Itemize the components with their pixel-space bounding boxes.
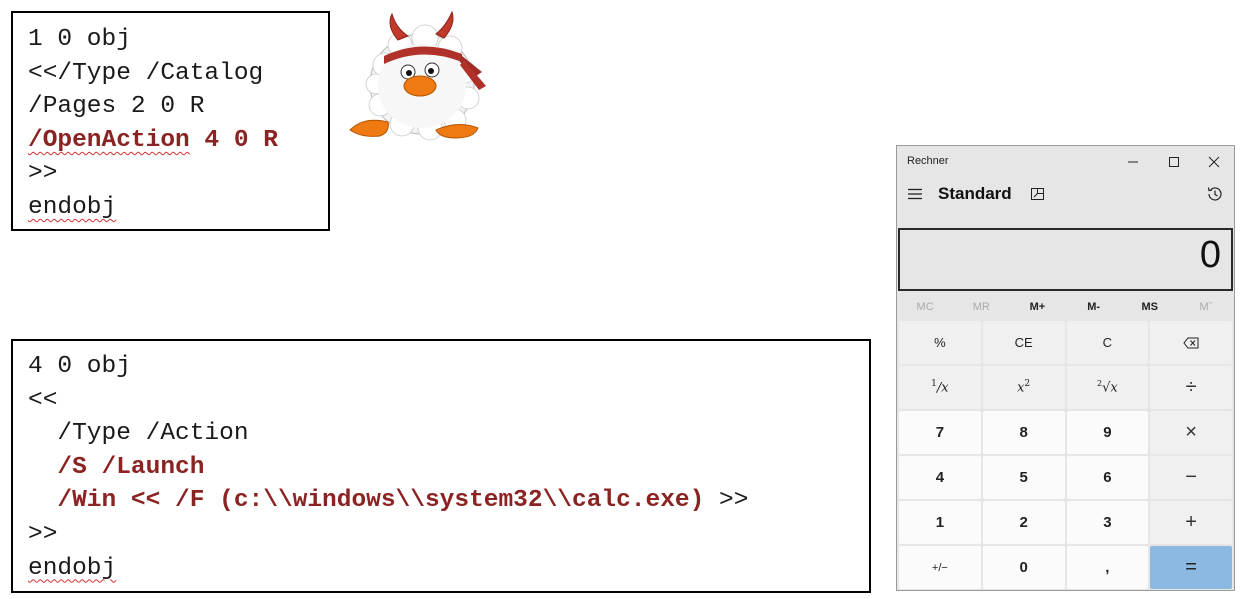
digit-0-button[interactable]: 0 [982, 546, 1065, 589]
clear-button[interactable]: C [1066, 321, 1149, 364]
digit-9-button[interactable]: 9 [1066, 411, 1149, 454]
digit-4-button[interactable]: 4 [899, 456, 981, 499]
clear-entry-button[interactable]: CE [982, 321, 1065, 364]
multiply-button[interactable]: × [1150, 411, 1232, 454]
digit-3-button[interactable]: 3 [1066, 501, 1149, 544]
keypad: % CE C 1/x x2 2√x ÷ 7 8 9 × 4 5 6 − 1 2 … [899, 321, 1232, 589]
digit-8-button[interactable]: 8 [982, 411, 1065, 454]
reciprocal-button[interactable]: 1/x [899, 366, 981, 409]
code-line: << [28, 386, 58, 414]
maximize-icon [1169, 157, 1179, 167]
code-line: 4 0 obj [28, 353, 131, 380]
minus-button[interactable]: − [1150, 456, 1232, 499]
display-value: 0 [1199, 234, 1221, 276]
openaction-keyword: /OpenAction [28, 126, 190, 154]
minimize-button[interactable] [1113, 148, 1153, 176]
mode-title: Standard [938, 184, 1012, 203]
reciprocal-variable: x [941, 380, 949, 396]
root-index: 2 [1097, 379, 1103, 389]
code-line: /Type /Action [28, 420, 249, 448]
code-line: endobj [28, 191, 328, 225]
close-button[interactable] [1194, 148, 1234, 176]
root-variable: x [1110, 380, 1118, 396]
launch-line: /S /Launch [28, 451, 869, 485]
window-title: Rechner [907, 155, 949, 167]
code-line: <</Type /Catalog [28, 59, 264, 87]
code-line: 1 0 obj [28, 26, 131, 53]
memory-subtract-button[interactable]: M- [1066, 296, 1122, 318]
digit-6-button[interactable]: 6 [1066, 456, 1149, 499]
code-line: >> [28, 520, 58, 548]
maximize-button[interactable] [1154, 148, 1194, 176]
dict-close: >> [704, 487, 749, 515]
divide-button[interactable]: ÷ [1150, 366, 1232, 409]
decimal-button[interactable]: , [1066, 546, 1149, 589]
code-line: >> [28, 160, 58, 188]
equals-button[interactable]: = [1150, 546, 1232, 589]
history-icon[interactable] [1206, 185, 1224, 203]
percent-button[interactable]: % [899, 321, 981, 364]
launch-action-keyword: /S /Launch [57, 453, 205, 481]
fluffy-devil-mascot [349, 10, 486, 141]
backspace-icon [1183, 337, 1199, 348]
memory-list-button[interactable]: Mˇ [1178, 296, 1234, 318]
mode-bar: Standard [897, 176, 1234, 214]
keep-on-top-icon[interactable] [1030, 186, 1046, 202]
endobj-keyword: endobj [28, 554, 117, 582]
win-launch-target: /Win << /F (c:\\windows\\system32\\calc.… [57, 487, 705, 515]
code-line: endobj [28, 552, 869, 586]
endobj-keyword: endobj [28, 193, 117, 221]
square-button[interactable]: x2 [982, 366, 1065, 409]
openaction-line: /OpenAction 4 0 R [28, 124, 328, 158]
hamburger-menu-icon[interactable] [907, 186, 923, 202]
calculator-window: Rechner Standard 0 MC MR M+ M- MS Mˇ % C… [896, 145, 1235, 591]
plus-button[interactable]: + [1150, 501, 1232, 544]
memory-add-button[interactable]: M+ [1009, 296, 1065, 318]
backspace-button[interactable] [1150, 321, 1232, 364]
title-bar[interactable]: Rechner [897, 146, 1234, 176]
digit-2-button[interactable]: 2 [982, 501, 1065, 544]
code-line: /Pages 2 0 R [28, 93, 205, 121]
openaction-reference: 4 0 R [189, 126, 278, 154]
memory-clear-button[interactable]: MC [897, 296, 953, 318]
pdf-catalog-object-box: 1 0 obj <</Type /Catalog /Pages 2 0 R /O… [11, 11, 330, 231]
memory-store-button[interactable]: MS [1122, 296, 1178, 318]
memory-recall-button[interactable]: MR [953, 296, 1009, 318]
negate-button[interactable]: +/− [899, 546, 981, 589]
reciprocal-numerator: 1 [931, 379, 937, 390]
memory-row: MC MR M+ M- MS Mˇ [897, 296, 1234, 318]
digit-5-button[interactable]: 5 [982, 456, 1065, 499]
pdf-launch-action-object-box: 4 0 obj << /Type /Action /S /Launch /Win… [11, 339, 871, 593]
square-exponent: 2 [1024, 379, 1031, 390]
digit-1-button[interactable]: 1 [899, 501, 981, 544]
win-launch-line: /Win << /F (c:\\windows\\system32\\calc.… [28, 484, 869, 518]
digit-7-button[interactable]: 7 [899, 411, 981, 454]
close-icon [1208, 156, 1220, 168]
minimize-icon [1128, 161, 1138, 163]
result-display: 0 [898, 228, 1233, 291]
square-root-button[interactable]: 2√x [1066, 366, 1149, 409]
